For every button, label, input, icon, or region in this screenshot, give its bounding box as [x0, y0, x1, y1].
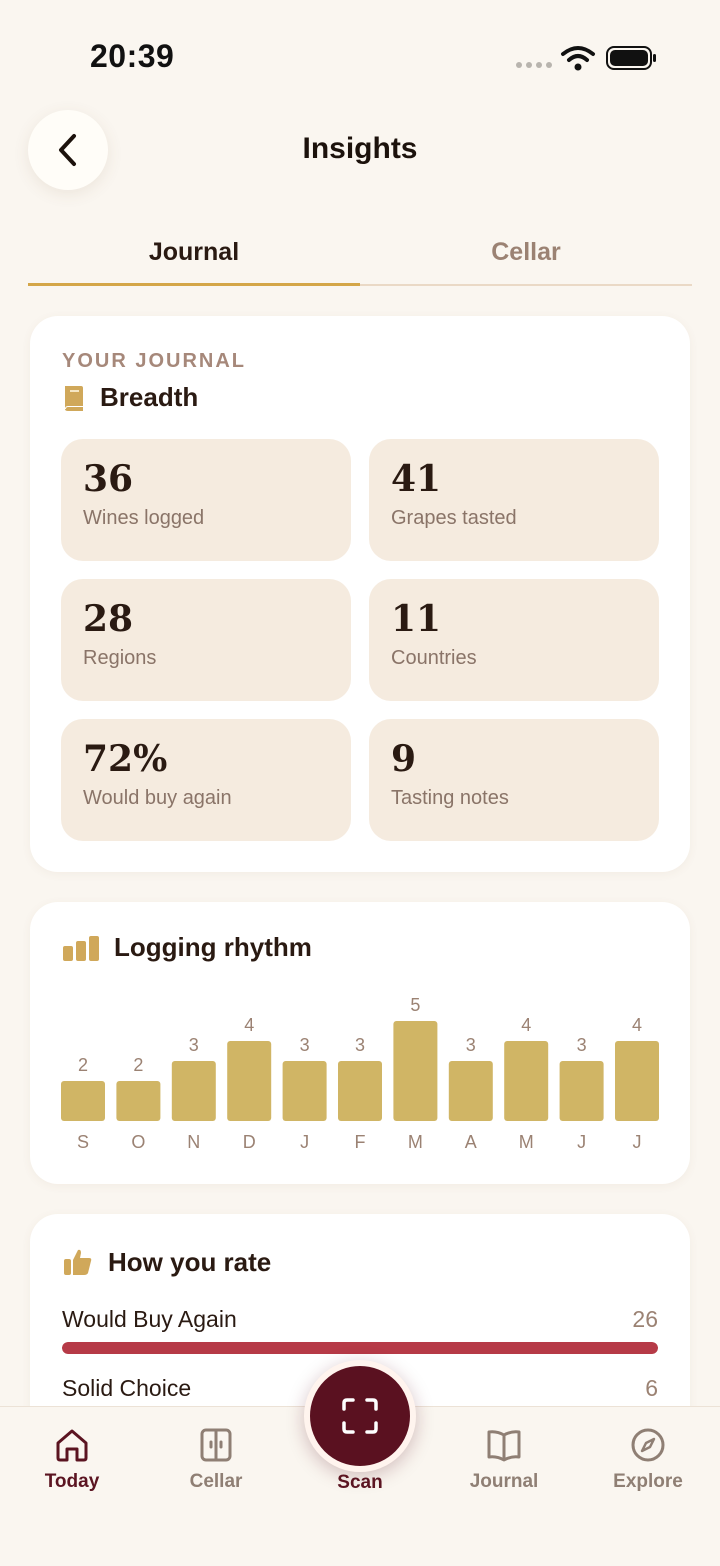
book-open-icon	[487, 1430, 521, 1462]
home-icon	[56, 1429, 88, 1462]
chart-data-label: 4	[521, 1015, 531, 1035]
chart-tick-label: O	[131, 1132, 145, 1152]
rate-count: 6	[645, 1375, 658, 1401]
chart-data-label: 5	[410, 995, 420, 1015]
stat-label: Wines logged	[83, 506, 205, 529]
scan-button[interactable]	[304, 1360, 416, 1472]
chart-data-label: 4	[244, 1015, 254, 1035]
compass-icon	[631, 1428, 665, 1462]
chart-bar	[393, 1021, 438, 1121]
nav-journal[interactable]: Journal	[444, 1427, 564, 1493]
chart-bar	[615, 1041, 659, 1121]
thumbs-up-icon	[64, 1249, 92, 1275]
chart-data-label: 3	[189, 1035, 199, 1055]
stat-value: 11	[391, 598, 442, 640]
tab-cellar[interactable]: Cellar	[360, 226, 692, 284]
page-title: Insights	[302, 132, 418, 165]
nav-today[interactable]: Today	[12, 1427, 132, 1493]
rate-title: How you rate	[108, 1246, 272, 1277]
stat-label: Would buy again	[83, 786, 232, 809]
chart-data-label: 3	[300, 1035, 310, 1055]
chart-bar	[171, 1061, 216, 1121]
chart-tick-label: J	[633, 1132, 642, 1152]
nav-scan-label: Scan	[337, 1472, 383, 1493]
stat-grid: 36 Wines logged 41 Grapes tasted 28 Regi…	[61, 439, 659, 841]
chart-tick-label: J	[577, 1132, 586, 1152]
chart-tick-label: A	[465, 1132, 477, 1152]
scan-icon	[342, 1398, 378, 1434]
stat-countries: 11 Countries	[369, 579, 659, 701]
cellar-icon	[200, 1428, 232, 1462]
chart-data-label: 4	[632, 1015, 642, 1035]
rhythm-header: Logging rhythm	[62, 932, 312, 963]
chart-bar	[448, 1061, 493, 1121]
chart-bar	[116, 1081, 161, 1121]
wifi-icon	[561, 46, 595, 71]
stat-value: 28	[83, 598, 134, 640]
stat-value: 9	[391, 738, 417, 780]
nav-label: Cellar	[189, 1471, 243, 1492]
chart-tick-label: D	[243, 1132, 256, 1152]
card-eyebrow: YOUR JOURNAL	[62, 350, 247, 372]
stat-tasting-notes: 9 Tasting notes	[369, 719, 659, 841]
chart-tick-label: S	[77, 1132, 89, 1152]
signal-icon	[516, 62, 552, 68]
nav-label: Today	[44, 1471, 100, 1492]
rate-header: How you rate	[62, 1246, 271, 1278]
stat-label: Countries	[391, 646, 477, 669]
stat-grapes-tasted: 41 Grapes tasted	[369, 439, 659, 561]
stat-label: Grapes tasted	[391, 506, 517, 529]
rhythm-title: Logging rhythm	[114, 932, 312, 962]
stat-label: Tasting notes	[391, 786, 509, 809]
logging-rhythm-chart: 2 S 2 O 3 N 4 D 3 J 3 F 5 M 3 A 4 M 3 J 4 J	[61, 995, 659, 1152]
rate-count: 26	[632, 1306, 658, 1332]
rate-row-would-buy-again: Would Buy Again 26	[62, 1306, 658, 1333]
tab-bar: Journal Cellar	[28, 226, 692, 286]
chart-data-label: 2	[78, 1055, 88, 1075]
chart-data-label: 3	[466, 1035, 476, 1055]
stat-value: 72%	[83, 738, 168, 780]
breadth-header: Breadth	[62, 382, 198, 413]
stat-value: 41	[391, 458, 442, 500]
book-icon	[65, 385, 83, 411]
rate-label: Solid Choice	[62, 1375, 192, 1401]
stat-regions: 28 Regions	[61, 579, 351, 701]
chart-bar	[282, 1061, 327, 1121]
chart-bar	[227, 1041, 272, 1121]
status-time: 20:39	[90, 38, 175, 74]
chart-bar	[559, 1061, 604, 1121]
chart-bar	[338, 1061, 382, 1121]
stat-would-buy-again: 72% Would buy again	[61, 719, 351, 841]
tab-journal[interactable]: Journal	[28, 226, 360, 286]
nav-cellar[interactable]: Cellar	[156, 1427, 276, 1493]
stat-label: Regions	[83, 646, 157, 669]
rate-bar-fill	[62, 1342, 658, 1354]
chart-data-label: 3	[577, 1035, 587, 1055]
chart-tick-label: J	[300, 1132, 309, 1152]
chart-bar	[504, 1041, 549, 1121]
journal-breadth-card: YOUR JOURNAL Breadth 36 Wines logged 41 …	[30, 316, 690, 872]
chart-tick-label: N	[187, 1132, 200, 1152]
nav-label: Journal	[469, 1471, 539, 1492]
breadth-title: Breadth	[100, 382, 199, 412]
chart-data-label: 3	[355, 1035, 365, 1055]
status-bar: 20:39	[0, 0, 720, 110]
chart-tick-label: M	[519, 1132, 534, 1152]
chart-bar	[61, 1081, 105, 1121]
nav-label: Explore	[613, 1471, 683, 1492]
stat-value: 36	[83, 458, 134, 500]
rate-label: Would Buy Again	[62, 1306, 237, 1332]
battery-icon	[606, 46, 656, 70]
nav-explore[interactable]: Explore	[588, 1427, 708, 1493]
logging-rhythm-card: Logging rhythm 2 S 2 O 3 N 4 D 3 J 3 F 5 M 3 A 4 M 3 J 4 J	[30, 902, 690, 1184]
chart-data-label: 2	[133, 1055, 143, 1075]
stat-wines-logged: 36 Wines logged	[61, 439, 351, 561]
chart-tick-label: F	[355, 1132, 366, 1152]
rate-bar-would-buy-again	[62, 1342, 658, 1354]
chart-tick-label: M	[408, 1132, 423, 1152]
bar-chart-icon	[63, 935, 99, 961]
